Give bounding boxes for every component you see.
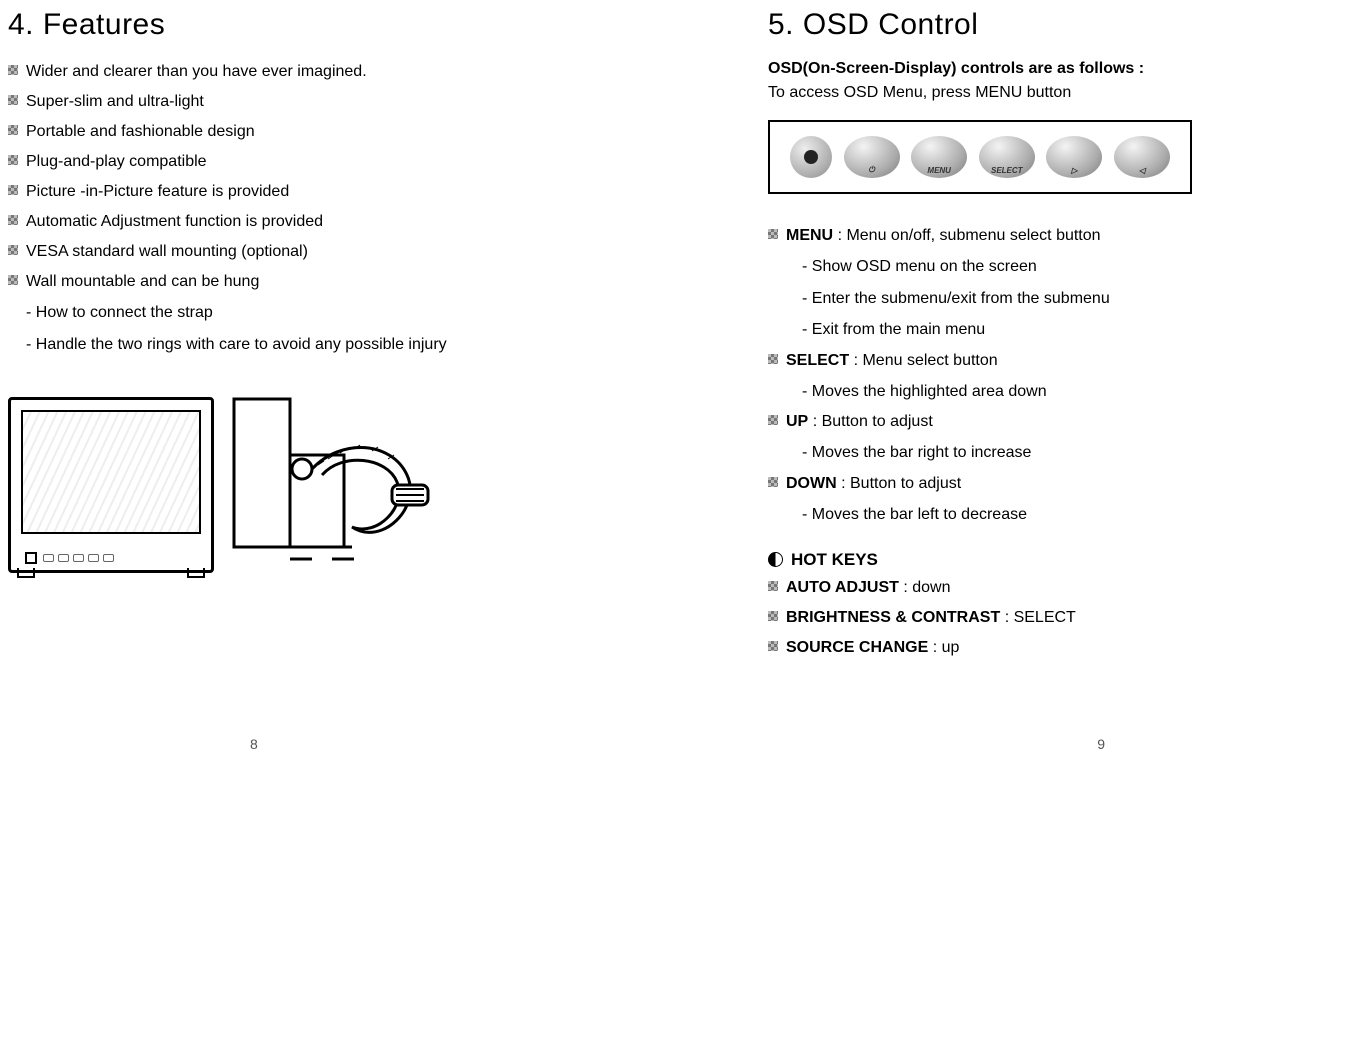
osd-intro: To access OSD Menu, press MENU button <box>768 84 1308 102</box>
menu-button-icon <box>911 136 967 178</box>
osd-intro-bold: OSD(On-Screen-Display) controls are as f… <box>768 60 1308 78</box>
power-button-icon <box>844 136 900 178</box>
mount-strap-icon <box>232 397 472 577</box>
up-button-icon <box>1046 136 1102 178</box>
feature-text: Wider and clearer than you have ever ima… <box>26 60 367 84</box>
features-heading: 4. Features <box>8 8 568 42</box>
feature-text: Wall mountable and can be hung <box>26 270 259 294</box>
feature-text: Picture -in-Picture feature is provided <box>26 180 289 204</box>
feature-text: VESA standard wall mounting (optional) <box>26 240 308 264</box>
bullet-icon <box>768 581 778 591</box>
bullet-icon <box>768 229 778 239</box>
osd-control-text: MENU : Menu on/off, submenu select butto… <box>786 224 1101 248</box>
bullet-icon <box>768 477 778 487</box>
hotkey-text: BRIGHTNESS & CONTRAST : SELECT <box>786 606 1076 630</box>
halfmoon-icon <box>768 552 783 567</box>
page-number-right: 9 <box>1097 736 1105 752</box>
osd-control-text: DOWN : Button to adjust <box>786 472 961 496</box>
hotkey-text: AUTO ADJUST : down <box>786 576 951 600</box>
button-row-illustration <box>768 120 1192 194</box>
osd-control-sub: - Moves the bar left to decrease <box>802 502 1308 528</box>
page-number-left: 8 <box>250 736 258 752</box>
feature-item: Portable and fashionable design <box>8 120 568 144</box>
osd-control: SELECT : Menu select button <box>768 349 1308 373</box>
bullet-icon <box>768 354 778 364</box>
hotkey-item: BRIGHTNESS & CONTRAST : SELECT <box>768 606 1308 630</box>
bullet-icon <box>8 95 18 105</box>
bullet-icon <box>768 611 778 621</box>
osd-control-sub: - Moves the highlighted area down <box>802 379 1308 405</box>
feature-text: Automatic Adjustment function is provide… <box>26 210 323 234</box>
down-button-icon <box>1114 136 1170 178</box>
right-column: 5. OSD Control OSD(On-Screen-Display) co… <box>768 8 1308 666</box>
osd-control: DOWN : Button to adjust <box>768 472 1308 496</box>
osd-heading: 5. OSD Control <box>768 8 1308 42</box>
osd-control-sub: - Enter the submenu/exit from the submen… <box>802 286 1308 312</box>
feature-text: Super-slim and ultra-light <box>26 90 204 114</box>
feature-item: Picture -in-Picture feature is provided <box>8 180 568 204</box>
hotkey-text: SOURCE CHANGE : up <box>786 636 959 660</box>
feature-subitem: - Handle the two rings with care to avoi… <box>26 332 568 358</box>
select-button-icon <box>979 136 1035 178</box>
bullet-icon <box>8 125 18 135</box>
feature-item: Wider and clearer than you have ever ima… <box>8 60 568 84</box>
bullet-icon <box>768 415 778 425</box>
hotkeys-title-text: HOT KEYS <box>791 550 878 570</box>
bullet-icon <box>8 245 18 255</box>
hotkey-item: AUTO ADJUST : down <box>768 576 1308 600</box>
feature-item: Automatic Adjustment function is provide… <box>8 210 568 234</box>
osd-control: MENU : Menu on/off, submenu select butto… <box>768 224 1308 248</box>
feature-text: Plug-and-play compatible <box>26 150 207 174</box>
feature-item: Wall mountable and can be hung <box>8 270 568 294</box>
osd-control: UP : Button to adjust <box>768 410 1308 434</box>
bullet-icon <box>8 275 18 285</box>
osd-control-sub: - Moves the bar right to increase <box>802 440 1308 466</box>
hotkey-item: SOURCE CHANGE : up <box>768 636 1308 660</box>
feature-subitem: - How to connect the strap <box>26 300 568 326</box>
feature-item: Plug-and-play compatible <box>8 150 568 174</box>
bullet-icon <box>8 185 18 195</box>
osd-control-sub: - Exit from the main menu <box>802 317 1308 343</box>
bullet-icon <box>8 65 18 75</box>
osd-control-sub: - Show OSD menu on the screen <box>802 254 1308 280</box>
hotkeys-heading: HOT KEYS <box>768 550 1308 570</box>
bullet-icon <box>8 155 18 165</box>
feature-text: Portable and fashionable design <box>26 120 255 144</box>
osd-control-text: UP : Button to adjust <box>786 410 933 434</box>
strap-illustration <box>8 397 568 577</box>
osd-control-text: SELECT : Menu select button <box>786 349 998 373</box>
left-column: 4. Features Wider and clearer than you h… <box>8 8 568 666</box>
feature-item: Super-slim and ultra-light <box>8 90 568 114</box>
power-led-icon <box>790 136 832 178</box>
bullet-icon <box>768 641 778 651</box>
bullet-icon <box>8 215 18 225</box>
monitor-icon <box>8 397 214 573</box>
feature-item: VESA standard wall mounting (optional) <box>8 240 568 264</box>
